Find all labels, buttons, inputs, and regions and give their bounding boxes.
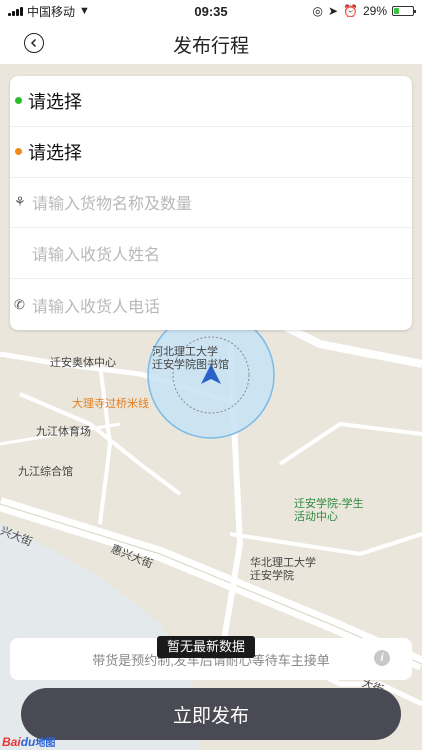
battery-percent: 29%	[362, 4, 387, 18]
cargo-placeholder: 请输入货物名称及数量	[32, 196, 193, 214]
carrier-name: 中国移动	[27, 4, 76, 19]
status-right: ◎ ➤ ⏰ 29%	[312, 4, 416, 18]
toast-message: 暂无最新数据	[157, 636, 256, 658]
status-left: 中国移动 ▼	[8, 3, 90, 20]
logo-suffix: 地图	[35, 738, 56, 749]
receiver-name-placeholder: 请输入收货人姓名	[32, 247, 161, 265]
receiver-name-input[interactable]: 请输入收货人姓名	[10, 228, 412, 280]
map-label-sports-center: 迁安奥体中心	[50, 357, 116, 369]
signal-icon	[8, 6, 23, 16]
origin-value: 请选择	[28, 91, 82, 112]
receiver-phone-input[interactable]: ✆ 请输入收货人电话	[10, 279, 412, 330]
cargo-input[interactable]: ⚘ 请输入货物名称及数量	[10, 178, 412, 229]
destination-value: 请选择	[28, 142, 82, 163]
status-bar: 中国移动 ▼ 09:35 ◎ ➤ ⏰ 29%	[0, 0, 422, 22]
nav-bar: 发布行程	[0, 22, 422, 64]
wifi-icon: ▼	[79, 5, 90, 17]
battery-fill	[394, 8, 400, 14]
map-label-jiujiang-stadium: 九江体育场	[36, 426, 91, 438]
cargo-icon: ⚘	[14, 194, 26, 210]
map-label-huabei-uni: 华北理工大学 迁安学院	[250, 557, 316, 582]
phone-icon: ✆	[14, 296, 25, 312]
origin-dot-icon	[15, 97, 22, 105]
destination-dot-icon	[15, 148, 22, 156]
logo-du: du	[20, 735, 36, 749]
receiver-phone-placeholder: 请输入收货人电话	[32, 298, 161, 316]
map-label-jiujiang-complex: 九江综合馆	[18, 466, 73, 478]
info-icon[interactable]: i	[374, 650, 390, 666]
alarm-icon: ⏰	[343, 4, 358, 18]
logo-bai: Bai	[2, 735, 21, 749]
destination-select[interactable]: 请选择	[10, 127, 412, 178]
lock-rotation-icon: ◎	[312, 4, 323, 18]
map-label-student-center: 迁安学院-学生 活动中心	[294, 498, 364, 523]
publish-button[interactable]: 立即发布	[21, 688, 401, 740]
location-arrow-icon: ➤	[327, 4, 339, 18]
battery-icon	[392, 6, 416, 16]
baidu-map-logo: Baidu地图	[2, 734, 55, 749]
page-title: 发布行程	[172, 36, 249, 57]
trip-form-card: 请选择 请选择 ⚘ 请输入货物名称及数量 请输入收货人姓名 ✆ 请输入收货人电话	[10, 76, 412, 330]
map-label-bridge: 大理寺过桥米线	[72, 398, 149, 410]
origin-select[interactable]: 请选择	[10, 76, 412, 127]
map-label-uni-library: 河北理工大学 迁安学院图书馆	[152, 346, 229, 371]
